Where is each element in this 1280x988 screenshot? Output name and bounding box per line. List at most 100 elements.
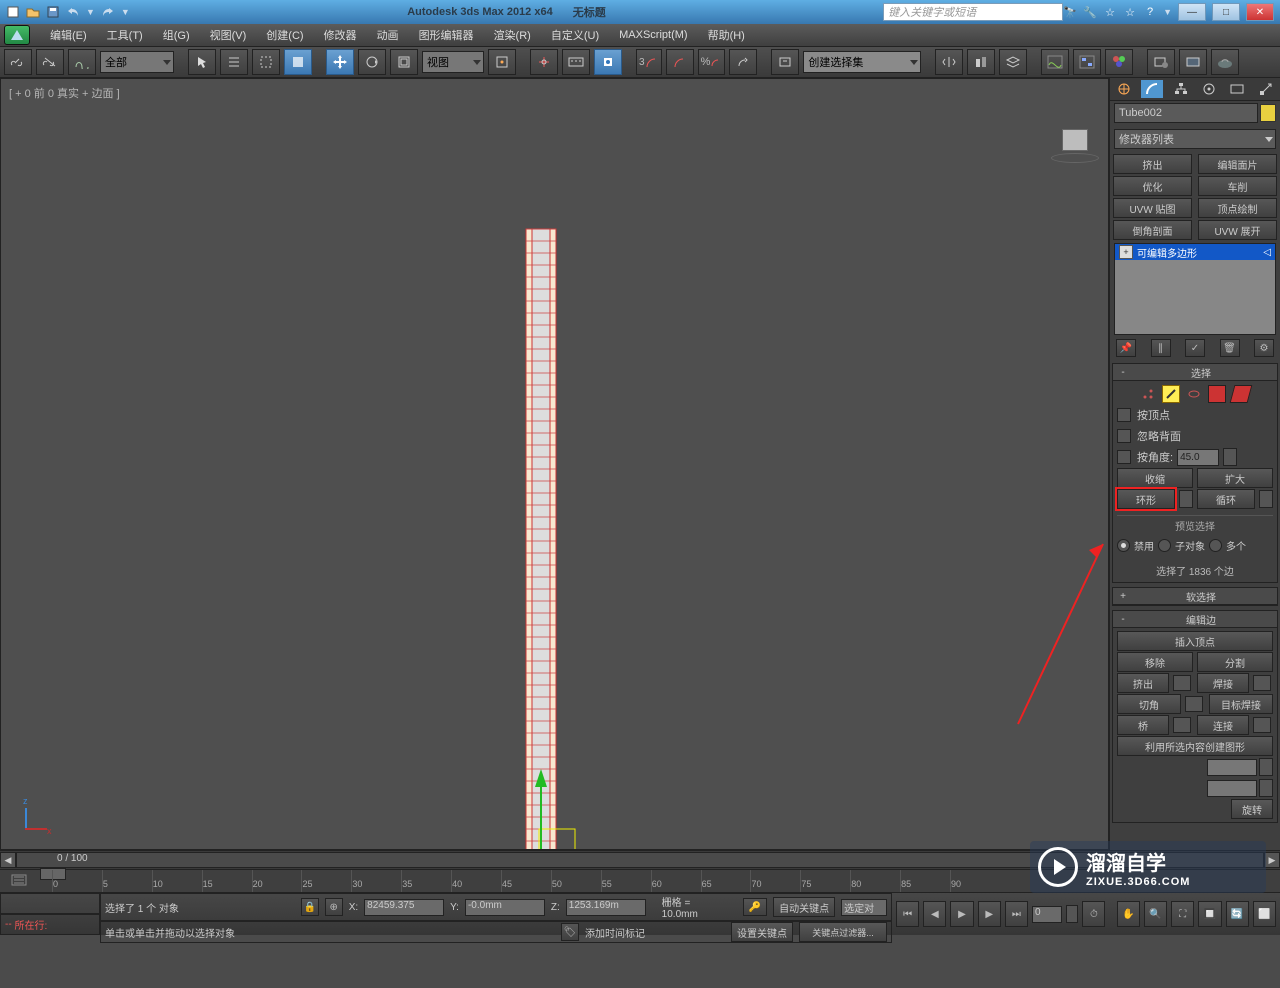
connect-settings[interactable] [1253,717,1271,733]
current-frame[interactable]: 0 [1032,906,1062,923]
rollout-edit-edges-header[interactable]: -编辑边 [1113,611,1277,628]
tab-modify-icon[interactable] [1141,80,1163,98]
menu-maxscript[interactable]: MAXScript(M) [609,24,697,46]
star2-icon[interactable]: ☆ [1123,5,1137,19]
weld-button[interactable]: 焊接 [1197,673,1249,693]
angle-spinner-arrows[interactable] [1223,448,1237,466]
percent-icon[interactable]: % [698,49,726,75]
lock-icon[interactable]: 🔒 [301,898,319,916]
keyfilter-button[interactable]: 关键点过滤器... [799,922,887,942]
extrude-button[interactable]: 挤出 [1117,673,1169,693]
timeline-left[interactable]: ◀ [0,852,16,868]
orbit-icon[interactable]: 🔄 [1226,901,1249,927]
autokey-button[interactable]: 自动关键点 [773,897,835,917]
angle-spinner[interactable]: 45.0 [1177,449,1219,466]
connect-button[interactable]: 连接 [1197,715,1249,735]
show-end-icon[interactable]: ∥ [1151,339,1171,357]
ignore-back-check[interactable] [1117,429,1131,443]
menu-create[interactable]: 创建(C) [256,24,313,46]
chamfer-button[interactable]: 切角 [1117,694,1181,714]
grow-button[interactable]: 扩大 [1197,468,1273,488]
maximize-vp-icon[interactable]: ⬜ [1253,901,1276,927]
shrink-button[interactable]: 收缩 [1117,468,1193,488]
loop-button[interactable]: 循环 [1197,489,1255,509]
next-frame-icon[interactable]: ▶ [978,901,1001,927]
link-icon[interactable] [4,49,32,75]
chamfer-settings[interactable] [1185,696,1203,712]
percent-snap-icon[interactable] [666,49,694,75]
object-color-swatch[interactable] [1260,104,1276,122]
subobj-edge-icon[interactable] [1162,385,1180,403]
subobj-element-icon[interactable] [1230,385,1253,403]
tab-motion-icon[interactable] [1198,80,1220,98]
zoom-region-icon[interactable]: 🔲 [1198,901,1221,927]
move-icon[interactable] [326,49,354,75]
angle-snap-icon[interactable]: 3 [636,49,662,75]
ring-button[interactable]: 环形 [1117,489,1175,509]
time-config-icon[interactable]: ⏱ [1082,901,1105,927]
scale-icon[interactable] [390,49,418,75]
pin-stack-icon[interactable]: 📌 [1116,339,1136,357]
mod-lathe[interactable]: 车削 [1198,176,1277,196]
menu-tools[interactable]: 工具(T) [97,24,153,46]
maximize-button[interactable]: □ [1212,3,1240,21]
menu-views[interactable]: 视图(V) [200,24,257,46]
tab-utilities-icon[interactable] [1255,80,1277,98]
select-icon[interactable] [188,49,216,75]
selected-dropdown[interactable]: 选定对 [841,899,887,916]
menu-edit[interactable]: 编辑(E) [40,24,97,46]
menu-help[interactable]: 帮助(H) [698,24,755,46]
search-input[interactable]: 键入关键字或短语 [883,3,1063,21]
spinner-snap-icon[interactable] [729,49,757,75]
mod-extrude[interactable]: 挤出 [1113,154,1192,174]
binoculars-icon[interactable]: 🔭 [1063,5,1077,19]
mod-optimize[interactable]: 优化 [1113,176,1192,196]
select-name-icon[interactable] [220,49,248,75]
render-setup-icon[interactable] [1147,49,1175,75]
viewport-front[interactable]: [ + 0 前 0 真实 + 边面 ] x zx [0,78,1109,850]
rollout-selection-header[interactable]: -选择 [1113,364,1277,381]
mod-vertpaint[interactable]: 顶点绘制 [1198,198,1277,218]
rollout-soft-sel-header[interactable]: +软选择 [1113,588,1277,605]
named-sel-edit-icon[interactable] [771,49,799,75]
zoom-extents-icon[interactable]: ⛶ [1171,901,1194,927]
prev-frame-icon[interactable]: ◀ [923,901,946,927]
extrude-settings[interactable] [1173,675,1191,691]
subobj-vertex-icon[interactable] [1140,386,1156,402]
loop-spinner[interactable] [1259,490,1273,508]
menu-render[interactable]: 渲染(R) [484,24,541,46]
menu-animation[interactable]: 动画 [367,24,409,46]
by-vertex-check[interactable] [1117,408,1131,422]
mod-uvwunwrap[interactable]: UVW 展开 [1198,220,1277,240]
help-icon[interactable]: ? [1143,5,1157,19]
unlink-icon[interactable] [36,49,64,75]
goto-end-icon[interactable]: ⏭ [1005,901,1028,927]
named-selection[interactable]: 创建选择集 [803,51,921,73]
selection-filter[interactable]: 全部 [100,51,174,73]
pivot-icon[interactable] [488,49,516,75]
coord-x[interactable]: 82459.375 [364,899,444,916]
preview-subobj-radio[interactable] [1158,539,1171,552]
render-frame-icon[interactable] [1179,49,1207,75]
time-tag-icon[interactable]: 🏷 [561,923,579,941]
preview-disable-radio[interactable] [1117,539,1130,552]
schematic-icon[interactable] [1073,49,1101,75]
bridge-button[interactable]: 桥 [1117,715,1169,735]
open-icon[interactable] [26,5,40,19]
zoom-icon[interactable]: 🔍 [1144,901,1167,927]
bind-icon[interactable] [68,49,96,75]
subobj-border-icon[interactable] [1186,386,1202,402]
close-button[interactable]: ✕ [1246,3,1274,21]
object-name-input[interactable]: Tube002 [1114,103,1258,123]
edge-rotate-button[interactable]: 旋转 [1231,799,1273,819]
mod-editpatch[interactable]: 编辑面片 [1198,154,1277,174]
mod-uvwmap[interactable]: UVW 贴图 [1113,198,1192,218]
make-unique-icon[interactable]: ✓ [1185,339,1205,357]
stack-editable-poly[interactable]: +可编辑多边形◁ [1115,244,1275,260]
preview-multiple-radio[interactable] [1209,539,1222,552]
key-icon[interactable]: 🔧 [1083,5,1097,19]
tab-hierarchy-icon[interactable] [1170,80,1192,98]
coord-y[interactable]: -0.0mm [465,899,545,916]
split-button[interactable]: 分割 [1197,652,1273,672]
rect-select-icon[interactable] [252,49,280,75]
